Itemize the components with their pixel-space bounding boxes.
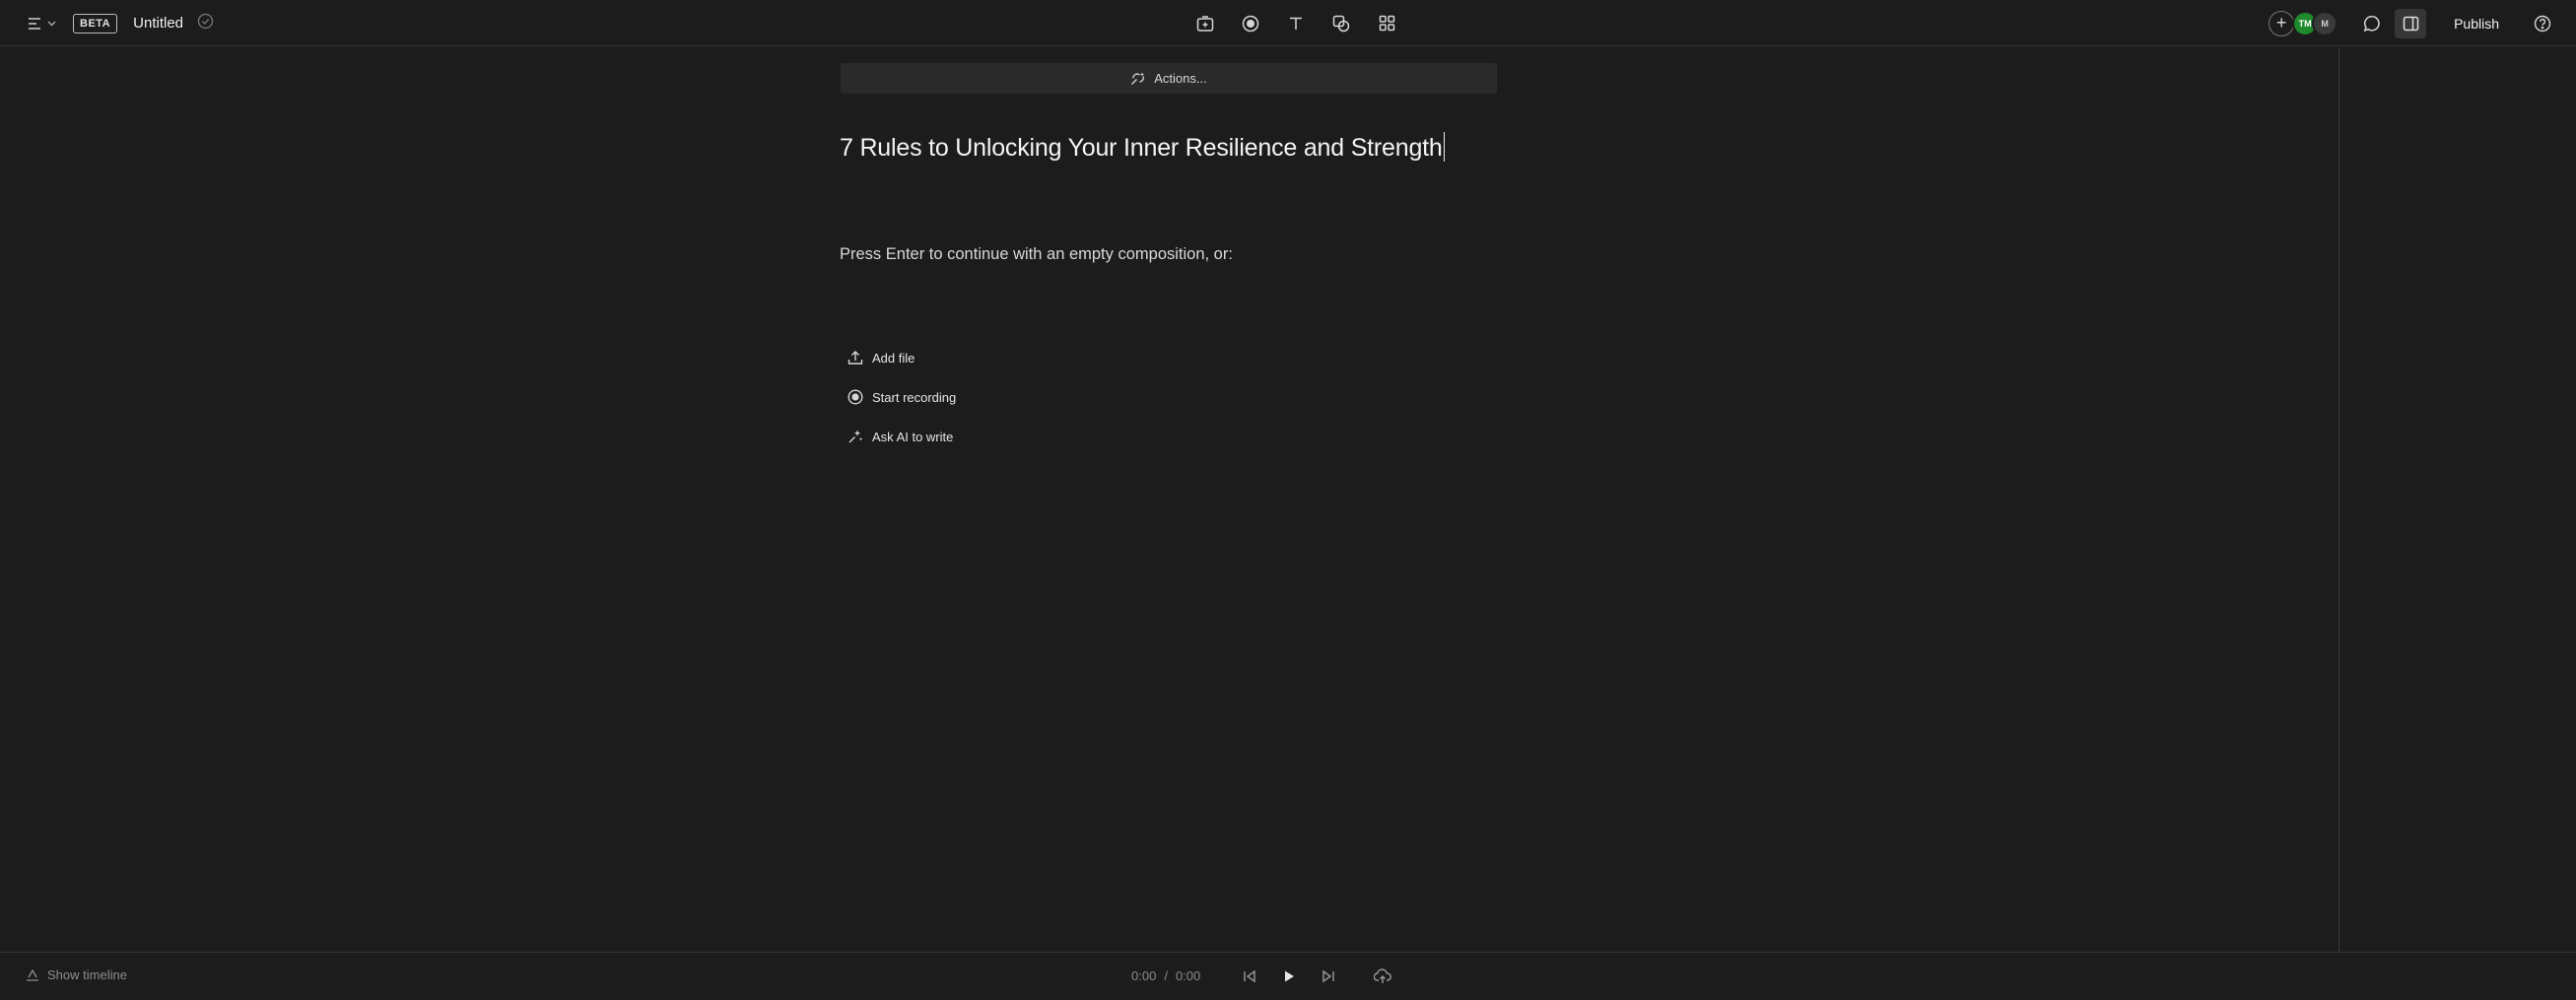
help-button[interactable] — [2531, 12, 2554, 35]
chevron-down-icon — [47, 21, 55, 26]
actions-button[interactable]: Actions... — [841, 63, 1497, 94]
toolbar-tools — [1192, 10, 1399, 36]
invite-plus-icon[interactable]: + — [2269, 10, 2295, 36]
start-options: Add file Start recording Ask AI to write — [847, 347, 956, 447]
start-recording-option[interactable]: Start recording — [847, 386, 956, 408]
playback-time: 0:00 / 0:00 — [1131, 968, 1200, 983]
saved-check-icon — [197, 13, 214, 34]
timeline-icon — [27, 968, 38, 981]
bottom-bar: Show timeline 0:00 / 0:00 — [0, 952, 2576, 1000]
shapes-button[interactable] — [1328, 11, 1354, 36]
skip-forward-icon — [1322, 969, 1334, 983]
option-label: Add file — [872, 350, 915, 366]
show-timeline-label: Show timeline — [47, 967, 127, 982]
add-file-option[interactable]: Add file — [847, 347, 956, 368]
skip-back-icon — [1244, 969, 1255, 983]
record-button[interactable] — [1238, 11, 1263, 36]
text-button[interactable] — [1283, 11, 1309, 36]
empty-composition-hint: Press Enter to continue with an empty co… — [840, 245, 1233, 263]
play-icon — [1285, 970, 1294, 982]
toggle-sidebar-button[interactable] — [2395, 8, 2427, 38]
record-icon — [1242, 15, 1259, 32]
publish-button[interactable]: Publish — [2450, 10, 2503, 37]
sidebar-panel-icon — [2403, 16, 2418, 31]
comment-icon — [2363, 15, 2380, 32]
actions-label: Actions... — [1154, 71, 1207, 86]
add-scene-icon — [1196, 15, 1214, 32]
actions-icon — [1131, 72, 1145, 85]
option-label: Ask AI to write — [872, 429, 954, 444]
cloud-sync-button[interactable] — [1370, 965, 1395, 988]
skip-forward-button[interactable] — [1317, 965, 1340, 988]
record-icon — [847, 389, 863, 405]
current-time: 0:00 — [1131, 968, 1157, 983]
beta-badge: BETA — [73, 13, 118, 33]
grid-icon — [1379, 15, 1394, 32]
top-bar-right: + TM M Publish — [2269, 8, 2554, 38]
shapes-icon — [1332, 15, 1350, 32]
composition-title-text: 7 Rules to Unlocking Your Inner Resilien… — [840, 134, 1443, 162]
document-title[interactable]: Untitled — [133, 15, 183, 32]
player-controls — [1238, 965, 1340, 988]
top-bar: BETA Untitled + TM M Publish — [0, 0, 2576, 46]
comments-button[interactable] — [2359, 11, 2385, 36]
skip-back-button[interactable] — [1238, 965, 1261, 988]
total-time: 0:00 — [1175, 968, 1201, 983]
text-icon — [1290, 17, 1302, 30]
show-timeline-button[interactable]: Show timeline — [26, 967, 127, 982]
collaborator-avatars: TM M — [2292, 10, 2339, 36]
time-separator: / — [1164, 968, 1168, 983]
upload-icon — [847, 351, 863, 365]
add-scene-button[interactable] — [1192, 11, 1218, 36]
text-caret — [1443, 132, 1445, 162]
play-button[interactable] — [1277, 965, 1301, 988]
ask-ai-option[interactable]: Ask AI to write — [847, 426, 956, 447]
help-icon — [2534, 15, 2551, 32]
composition-title[interactable]: 7 Rules to Unlocking Your Inner Resilien… — [840, 132, 1445, 163]
option-label: Start recording — [872, 389, 957, 405]
menu-icon — [28, 17, 40, 30]
main-menu-button[interactable] — [22, 10, 61, 36]
cloud-upload-icon — [1374, 968, 1391, 983]
sparkle-icon — [848, 430, 863, 443]
grid-button[interactable] — [1374, 11, 1399, 36]
top-bar-left: BETA Untitled — [22, 10, 214, 36]
avatar[interactable]: M — [2312, 10, 2339, 36]
